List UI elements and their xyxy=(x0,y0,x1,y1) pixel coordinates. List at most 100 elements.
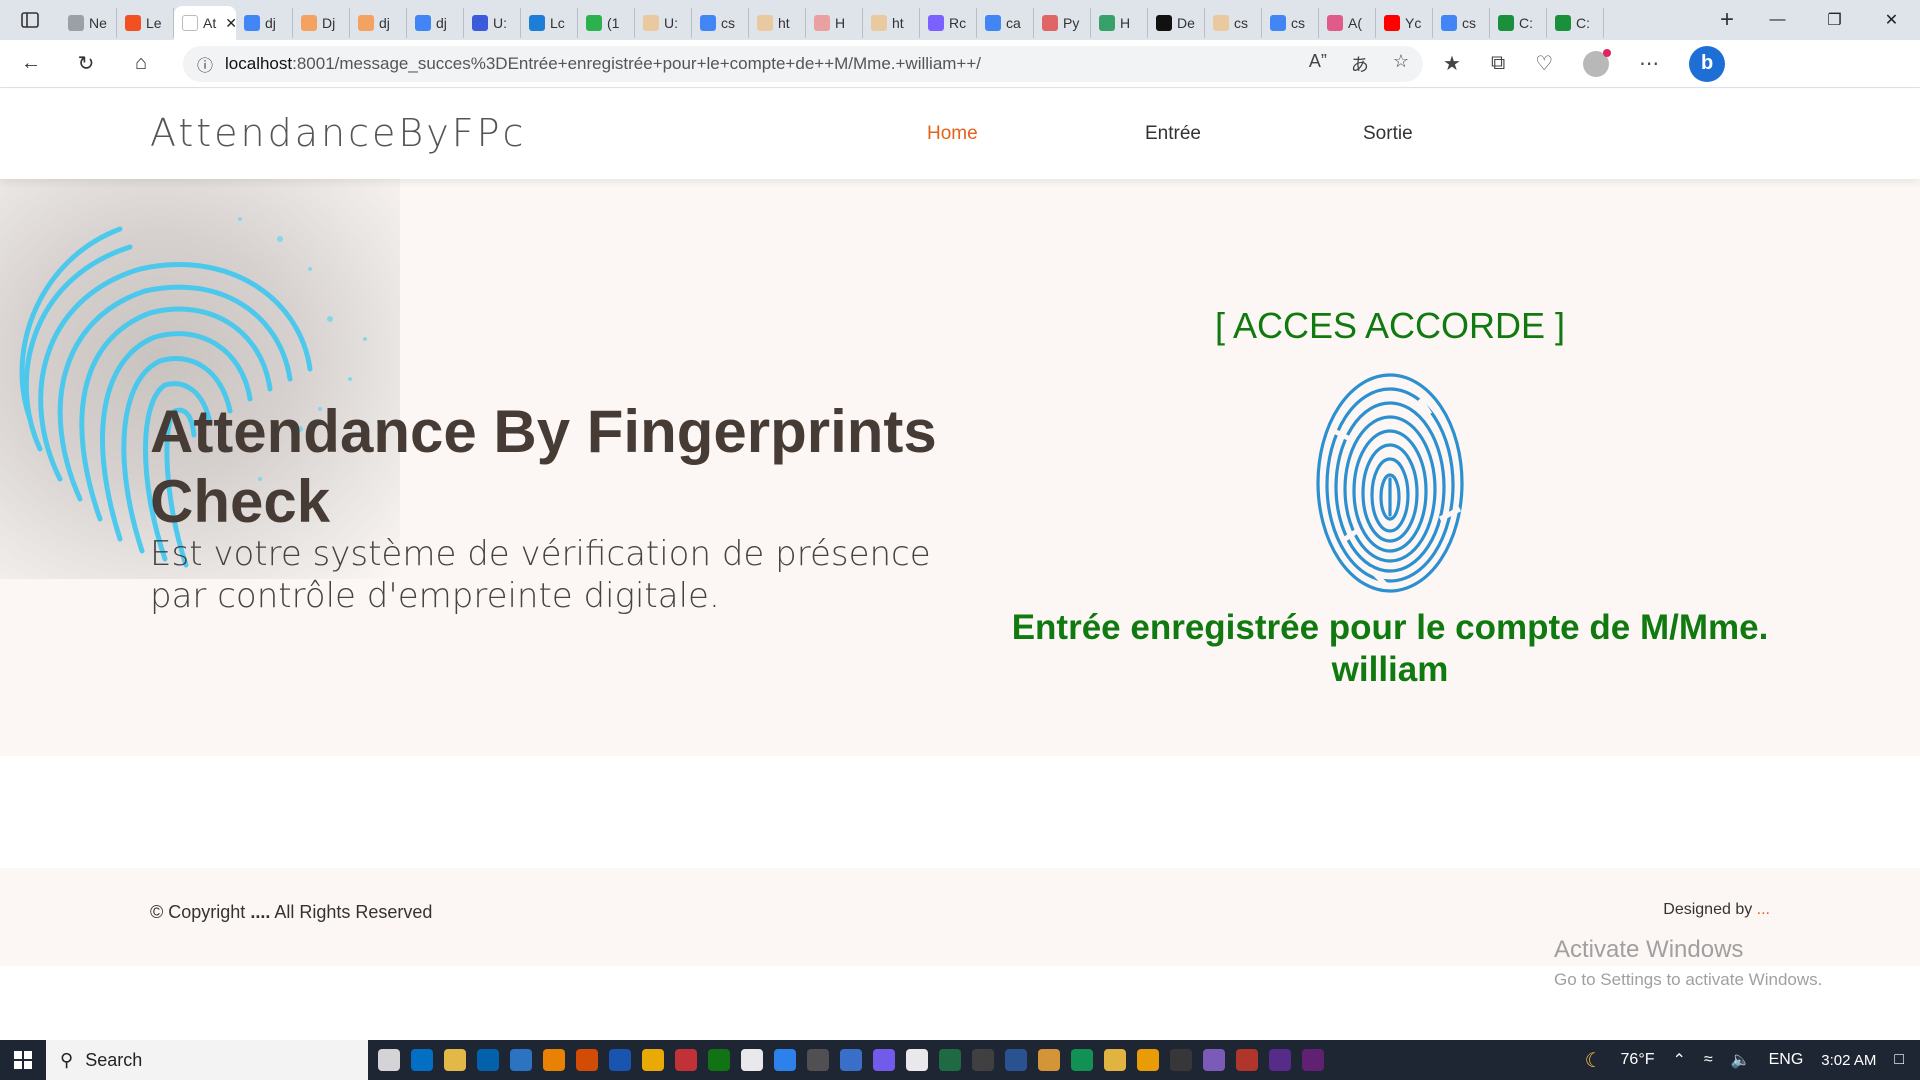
taskbar-app-icon[interactable] xyxy=(939,1049,961,1071)
browser-tab[interactable]: Rc xyxy=(920,8,977,38)
browser-tab[interactable]: cs xyxy=(1433,8,1490,38)
clock-time[interactable]: 3:02 AM xyxy=(1821,1052,1876,1069)
taskbar-app-icon[interactable] xyxy=(477,1049,499,1071)
tab-favicon-icon xyxy=(1327,15,1343,31)
tab-favicon-icon xyxy=(1441,15,1457,31)
taskbar-app-icon[interactable] xyxy=(543,1049,565,1071)
nav-home-link[interactable]: Home xyxy=(927,123,1145,145)
taskbar-app-icon[interactable] xyxy=(1005,1049,1027,1071)
browser-tab[interactable]: dj xyxy=(407,8,464,38)
weather-temp[interactable]: 76°F xyxy=(1621,1051,1655,1069)
tab-actions-icon[interactable] xyxy=(0,0,60,40)
browser-tab[interactable]: At ✕ xyxy=(174,6,236,40)
network-icon[interactable]: ≈ xyxy=(1704,1051,1713,1069)
weather-icon[interactable]: ☾ xyxy=(1585,1048,1603,1073)
browser-tab[interactable]: Lc xyxy=(521,8,578,38)
browser-tab[interactable]: H xyxy=(806,8,863,38)
taskbar-app-icon[interactable] xyxy=(873,1049,895,1071)
start-button[interactable] xyxy=(0,1040,46,1080)
browser-tab[interactable]: A( xyxy=(1319,8,1376,38)
browser-tab[interactable]: U: xyxy=(635,8,692,38)
browser-tab[interactable]: ht xyxy=(749,8,806,38)
browser-tab[interactable]: dj xyxy=(350,8,407,38)
taskbar-app-icon[interactable] xyxy=(510,1049,532,1071)
browser-tab[interactable]: Ne xyxy=(60,8,117,38)
taskbar-search[interactable]: ⚲ Search xyxy=(46,1040,368,1080)
browser-tab[interactable]: C: xyxy=(1490,8,1547,38)
fingerprint-icon xyxy=(1310,369,1470,597)
taskbar-app-icon[interactable] xyxy=(708,1049,730,1071)
taskbar-app-icon[interactable] xyxy=(609,1049,631,1071)
system-tray: ☾ 76°F ⌃ ≈ 🔈 ENG 3:02 AM □ xyxy=(1585,1048,1920,1073)
more-menu-icon[interactable]: ⋯ xyxy=(1639,51,1659,76)
profile-avatar[interactable] xyxy=(1583,48,1612,77)
taskbar-app-icon[interactable] xyxy=(675,1049,697,1071)
address-bar[interactable]: ⓘ localhost:8001/message_succes%3DEntrée… xyxy=(183,45,1423,82)
tab-favicon-icon xyxy=(1099,15,1115,31)
browser-tab[interactable]: ht xyxy=(863,8,920,38)
taskbar-app-icon[interactable] xyxy=(1203,1049,1225,1071)
new-tab-button[interactable]: + xyxy=(1705,0,1749,40)
taskbar-app-icon[interactable] xyxy=(1170,1049,1192,1071)
browser-tab[interactable]: H xyxy=(1091,8,1148,38)
close-window-button[interactable]: ✕ xyxy=(1863,0,1920,40)
home-button[interactable]: ⌂ xyxy=(117,44,165,84)
taskbar-app-icon[interactable] xyxy=(1236,1049,1258,1071)
url-text[interactable]: localhost:8001/message_succes%3DEntrée+e… xyxy=(225,54,981,74)
browser-tab[interactable]: cs xyxy=(1262,8,1319,38)
browser-tab[interactable]: cs xyxy=(1205,8,1262,38)
taskbar-app-icon[interactable] xyxy=(840,1049,862,1071)
notifications-icon[interactable]: □ xyxy=(1894,1051,1904,1069)
hidden-icons-chevron-icon[interactable]: ⌃ xyxy=(1673,1050,1686,1070)
taskbar-app-icon[interactable] xyxy=(972,1049,994,1071)
favorite-star-icon[interactable]: ☆ xyxy=(1393,51,1409,77)
browser-tab[interactable]: Yc xyxy=(1376,8,1433,38)
site-info-icon[interactable]: ⓘ xyxy=(197,52,213,76)
site-brand[interactable]: AttendanceByFPc xyxy=(150,111,526,155)
nav-sortie-link[interactable]: Sortie xyxy=(1363,123,1581,145)
taskbar-app-icon[interactable] xyxy=(1269,1049,1291,1071)
taskbar-app-icon[interactable] xyxy=(444,1049,466,1071)
browser-tab[interactable]: Py xyxy=(1034,8,1091,38)
taskbar-app-icon[interactable] xyxy=(576,1049,598,1071)
refresh-button[interactable]: ↻ xyxy=(62,44,110,84)
browser-tab[interactable]: De xyxy=(1148,8,1205,38)
taskbar-app-icon[interactable] xyxy=(1071,1049,1093,1071)
minimize-button[interactable]: — xyxy=(1749,0,1806,40)
nav-entree-link[interactable]: Entrée xyxy=(1145,123,1363,145)
browser-essentials-icon[interactable]: ♡ xyxy=(1535,51,1553,76)
browser-tab[interactable]: (1 xyxy=(578,8,635,38)
translate-icon[interactable]: あ xyxy=(1351,51,1369,77)
taskbar-app-icon[interactable] xyxy=(1104,1049,1126,1071)
designer-link[interactable]: ... xyxy=(1757,901,1770,918)
taskbar-app-icon[interactable] xyxy=(741,1049,763,1071)
taskbar-app-icon[interactable] xyxy=(774,1049,796,1071)
tab-favicon-icon xyxy=(125,15,141,31)
tab-favicon-icon xyxy=(700,15,716,31)
taskbar-app-icon[interactable] xyxy=(411,1049,433,1071)
taskbar-search-label: Search xyxy=(85,1049,143,1070)
favorites-icon[interactable]: ★ xyxy=(1443,51,1461,76)
restore-button[interactable]: ❐ xyxy=(1806,0,1863,40)
bing-copilot-icon[interactable]: b xyxy=(1689,45,1726,82)
browser-tab[interactable]: Dj xyxy=(293,8,350,38)
browser-tab[interactable]: U: xyxy=(464,8,521,38)
taskbar-app-icon[interactable] xyxy=(1038,1049,1060,1071)
taskbar-app-icon[interactable] xyxy=(807,1049,829,1071)
browser-tab[interactable]: dj xyxy=(236,8,293,38)
browser-tab[interactable]: Le xyxy=(117,8,174,38)
taskbar-app-icon[interactable] xyxy=(378,1049,400,1071)
taskbar-app-icon[interactable] xyxy=(642,1049,664,1071)
read-aloud-icon[interactable]: A” xyxy=(1309,51,1327,77)
language-indicator[interactable]: ENG xyxy=(1769,1051,1804,1069)
taskbar-app-icon[interactable] xyxy=(1137,1049,1159,1071)
browser-tab[interactable]: cs xyxy=(692,8,749,38)
tab-close-icon[interactable]: ✕ xyxy=(225,15,236,32)
volume-icon[interactable]: 🔈 xyxy=(1731,1050,1751,1070)
back-button[interactable]: ← xyxy=(7,44,55,84)
browser-tab[interactable]: C: xyxy=(1547,8,1604,38)
taskbar-app-icon[interactable] xyxy=(906,1049,928,1071)
browser-tab[interactable]: ca xyxy=(977,8,1034,38)
collections-icon[interactable]: ⧉ xyxy=(1491,52,1505,75)
taskbar-app-icon[interactable] xyxy=(1302,1049,1324,1071)
